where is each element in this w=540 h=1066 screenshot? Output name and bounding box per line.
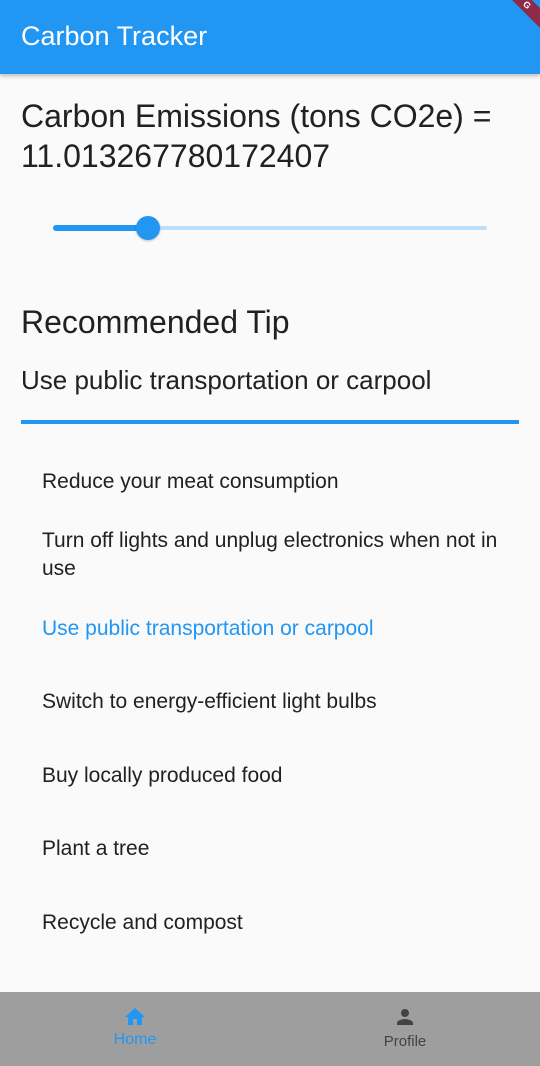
tip-item[interactable]: Plant a tree	[42, 835, 512, 863]
slider-active-track	[53, 225, 148, 231]
app-title: Carbon Tracker	[21, 21, 208, 51]
nav-item-home[interactable]: Home	[0, 992, 270, 1066]
dropdown-underline	[21, 420, 519, 424]
slider-thumb[interactable]	[136, 216, 160, 240]
carbon-emissions-text: Carbon Emissions (tons CO2e) = 11.013267…	[21, 98, 492, 174]
person-icon	[397, 1009, 413, 1025]
tip-item[interactable]: Reduce your meat consumption	[42, 468, 512, 496]
nav-item-profile[interactable]: Profile	[270, 992, 540, 1066]
tip-item[interactable]: Turn off lights and unplug electronics w…	[42, 527, 512, 583]
emissions-slider[interactable]	[53, 216, 487, 240]
home-icon	[125, 1008, 145, 1025]
tip-item-selected[interactable]: Use public transportation or carpool	[42, 615, 512, 643]
tip-item[interactable]: Buy locally produced food	[42, 762, 512, 790]
nav-label-home: Home	[113, 1031, 157, 1048]
tip-dropdown-value[interactable]: Use public transportation or carpool	[21, 364, 431, 396]
tip-dropdown[interactable]: Use public transportation or carpool	[21, 358, 519, 424]
bottom-navigation: Home Profile	[0, 992, 540, 1066]
tip-item[interactable]: Switch to energy-efficient light bulbs	[42, 688, 512, 716]
nav-label-profile: Profile	[383, 1033, 427, 1050]
app-bar: Carbon Tracker	[0, 0, 540, 74]
recommended-tip-heading: Recommended Tip	[21, 304, 290, 340]
tip-item[interactable]: Recycle and compost	[42, 909, 512, 937]
